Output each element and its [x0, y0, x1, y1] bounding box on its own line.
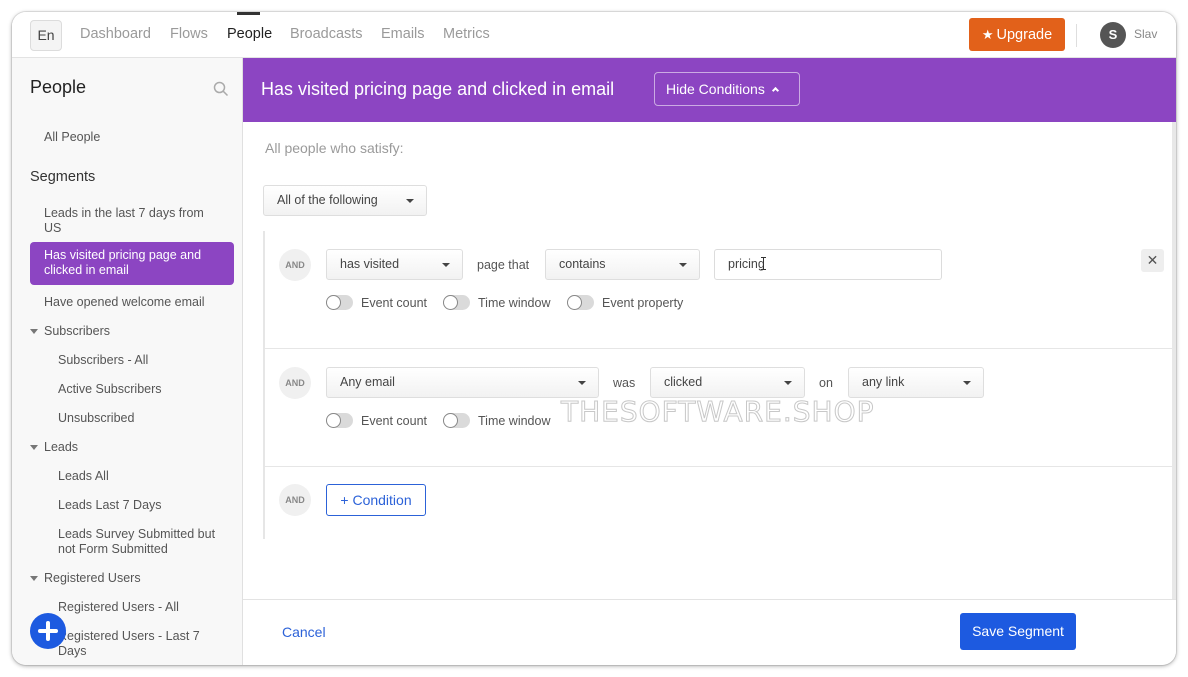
select-value: Any email [340, 375, 395, 389]
remove-condition-button[interactable]: ✕ [1141, 249, 1164, 272]
caret-down-icon [30, 576, 38, 582]
event-property-toggle[interactable] [567, 295, 594, 310]
dropdown-arrow-icon [578, 381, 586, 385]
sidebar-group-item[interactable]: Unsubscribed [58, 411, 134, 426]
cancel-button[interactable]: Cancel [282, 624, 326, 640]
add-condition-button[interactable]: + Condition [326, 484, 426, 516]
select-value: has visited [340, 257, 400, 271]
sidebar-group-item[interactable]: Subscribers - All [58, 353, 148, 368]
top-nav: En Dashboard Flows People Broadcasts Ema… [12, 12, 1176, 58]
nav-dashboard[interactable]: Dashboard [80, 26, 151, 42]
hide-conditions-button[interactable]: Hide Conditions [654, 72, 800, 106]
close-icon: ✕ [1146, 252, 1159, 268]
star-icon: ★ [981, 27, 994, 42]
operator-select[interactable]: contains [545, 249, 700, 280]
caret-down-icon [30, 445, 38, 451]
sidebar-group-item[interactable]: Active Subscribers [58, 382, 162, 397]
action-select[interactable]: has visited [326, 249, 463, 280]
condition-row: AND has visited page that contains prici… [265, 231, 1176, 349]
nav-broadcasts[interactable]: Broadcasts [290, 26, 363, 42]
nav-flows[interactable]: Flows [170, 26, 208, 42]
link-select[interactable]: any link [848, 367, 984, 398]
satisfy-label: All people who satisfy: [265, 140, 404, 156]
sidebar-group-item[interactable]: Registered Users - Last 7 Days [58, 629, 218, 659]
dropdown-arrow-icon [406, 199, 414, 203]
group-label: Subscribers [44, 324, 110, 338]
nav-emails[interactable]: Emails [381, 26, 425, 42]
sidebar-group-item[interactable]: Leads Survey Submitted but not Form Subm… [58, 527, 218, 557]
sidebar-segment-item-selected[interactable]: Has visited pricing page and clicked in … [30, 242, 234, 285]
event-count-toggle[interactable] [326, 413, 353, 428]
condition-row: AND Any email was clicked on any link Ev… [265, 349, 1176, 467]
time-window-toggle[interactable] [443, 413, 470, 428]
sidebar-segment-label: Has visited pricing page and clicked in … [44, 248, 202, 277]
event-select[interactable]: clicked [650, 367, 805, 398]
event-count-toggle[interactable] [326, 295, 353, 310]
sidebar: People All People Segments Leads in the … [12, 58, 243, 665]
dropdown-arrow-icon [963, 381, 971, 385]
nav-divider [1076, 24, 1077, 47]
caret-down-icon [30, 329, 38, 335]
dropdown-arrow-icon [442, 263, 450, 267]
nav-people[interactable]: People [227, 26, 272, 42]
input-value: pricing [728, 257, 765, 271]
app-window: En Dashboard Flows People Broadcasts Ema… [12, 12, 1176, 665]
sidebar-segment-item[interactable]: Have opened welcome email [44, 295, 205, 310]
sidebar-title: People [30, 77, 87, 97]
and-connector-badge: AND [279, 484, 311, 516]
upgrade-button[interactable]: ★ Upgrade [969, 18, 1065, 51]
language-button[interactable]: En [30, 20, 62, 51]
sidebar-group-item[interactable]: Registered Users - All [58, 600, 179, 615]
add-condition-row: AND + Condition [265, 467, 1176, 539]
footer-bar: Cancel Save Segment [243, 599, 1176, 665]
segment-title: Has visited pricing page and clicked in … [261, 79, 615, 99]
sidebar-group-subscribers[interactable]: Subscribers [30, 324, 110, 338]
text-cursor-icon [760, 257, 768, 270]
sidebar-group-leads[interactable]: Leads [30, 440, 78, 454]
and-connector-badge: AND [279, 249, 311, 281]
toggle-label: Event count [361, 414, 428, 428]
toggle-label: Event count [361, 296, 428, 310]
group-label: Registered Users [44, 571, 141, 585]
select-value: clicked [664, 375, 703, 389]
sidebar-group-item[interactable]: Leads Last 7 Days [58, 498, 162, 513]
user-name[interactable]: Slav [1134, 27, 1157, 41]
chevron-up-icon [771, 86, 779, 95]
add-segment-button[interactable] [30, 613, 66, 649]
sidebar-group-item[interactable]: Leads All [58, 469, 109, 484]
and-connector-badge: AND [279, 367, 311, 399]
email-select[interactable]: Any email [326, 367, 599, 398]
avatar[interactable]: S [1100, 22, 1126, 48]
segments-heading: Segments [30, 169, 96, 185]
group-label: Leads [44, 440, 79, 454]
toggle-label: Event property [602, 296, 684, 310]
condition-word: page that [477, 258, 530, 272]
sidebar-segment-item[interactable]: Leads in the last 7 days from US [44, 206, 224, 236]
dropdown-arrow-icon [679, 263, 687, 267]
page-value-input[interactable]: pricing [714, 249, 942, 280]
segment-header: Has visited pricing page and clicked in … [243, 58, 1176, 122]
dropdown-arrow-icon [784, 381, 792, 385]
toggle-label: Time window [478, 296, 551, 310]
scrollbar[interactable] [1172, 122, 1176, 599]
upgrade-label: Upgrade [996, 27, 1053, 43]
sidebar-item-all-people[interactable]: All People [44, 130, 100, 145]
conditions-list: AND has visited page that contains prici… [263, 231, 1176, 539]
main-panel: Has visited pricing page and clicked in … [243, 58, 1176, 665]
nav-metrics[interactable]: Metrics [443, 26, 490, 42]
time-window-toggle[interactable] [443, 295, 470, 310]
toggle-label: Time window [478, 414, 551, 428]
select-value: All of the following [277, 193, 378, 207]
hide-conditions-label: Hide Conditions [666, 81, 765, 97]
active-nav-indicator [237, 12, 260, 15]
search-icon[interactable] [213, 81, 229, 97]
match-type-select[interactable]: All of the following [263, 185, 427, 216]
condition-word: on [819, 376, 833, 390]
select-value: contains [559, 257, 606, 271]
condition-word: was [613, 376, 636, 390]
sidebar-group-registered-users[interactable]: Registered Users [30, 571, 141, 585]
save-segment-button[interactable]: Save Segment [960, 613, 1076, 650]
select-value: any link [862, 375, 905, 389]
